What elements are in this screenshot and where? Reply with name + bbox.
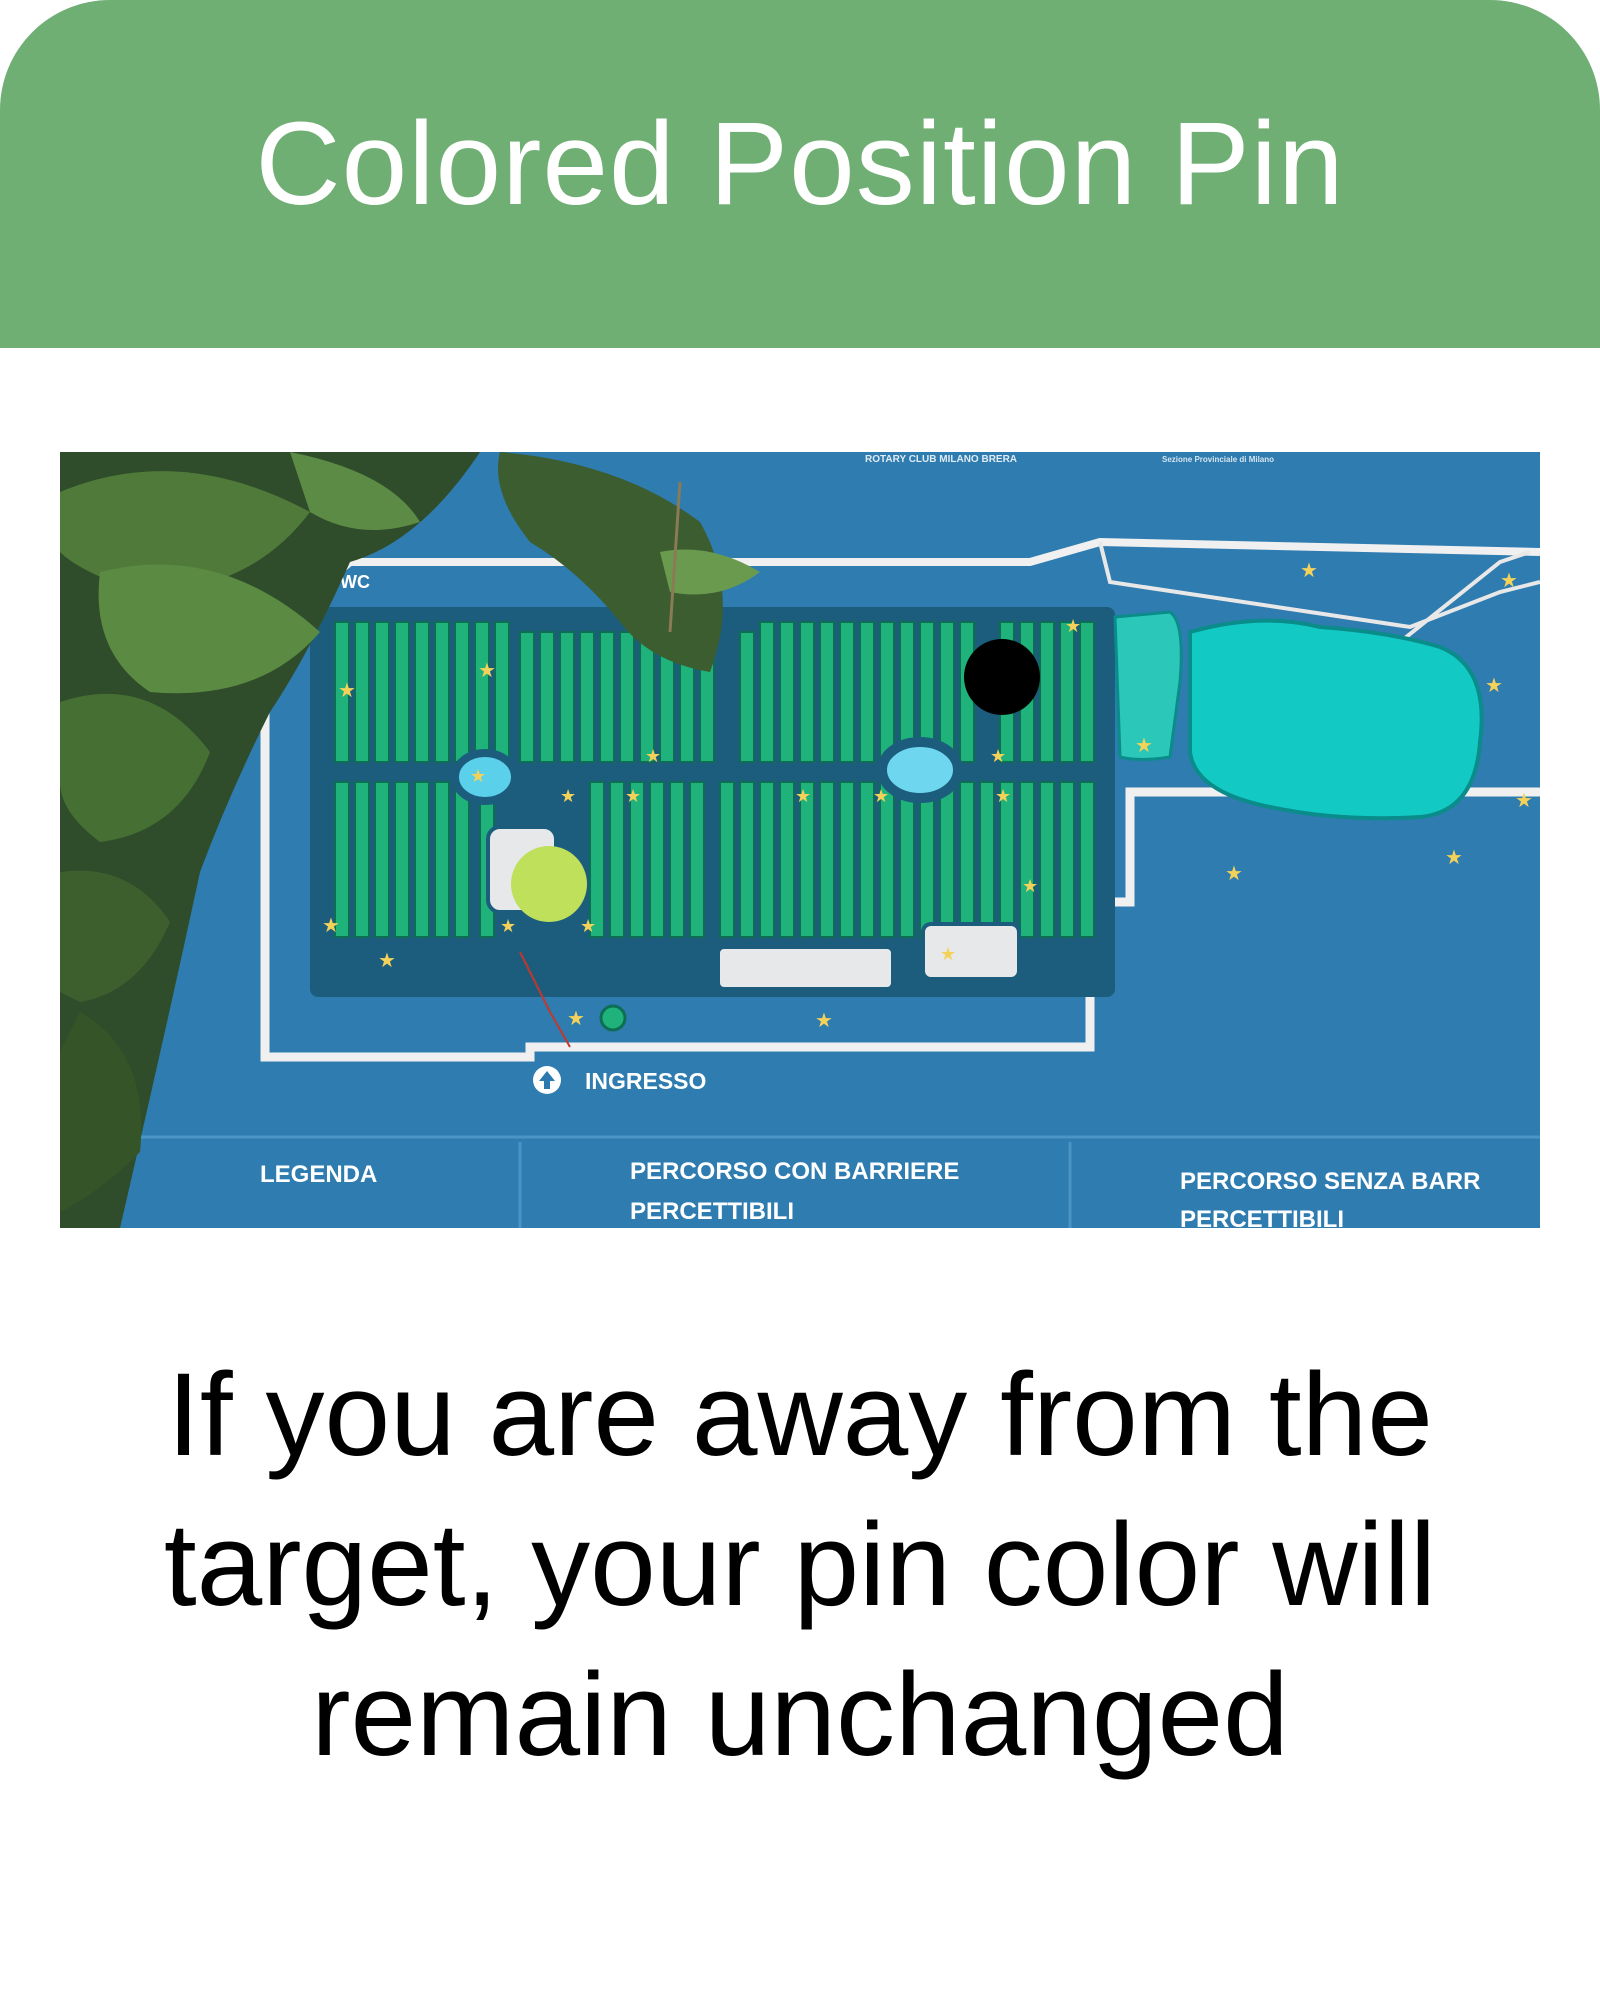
svg-text:★: ★ [940,944,956,964]
svg-text:★: ★ [322,915,340,937]
user-position-pin [511,846,587,922]
svg-text:★: ★ [470,766,486,786]
svg-text:★: ★ [1445,847,1463,869]
svg-text:★: ★ [1300,560,1318,582]
entrance-label: INGRESSO [585,1068,706,1094]
tactile-map: ★ ★ ★ ★ ★ ★ ★ ★ ★ ★ ★ ★ ★ ★ ★ ★ ★ ★ ★ ★ [60,452,1540,1228]
svg-text:★: ★ [815,1010,833,1032]
svg-text:★: ★ [580,916,596,936]
svg-text:★: ★ [873,786,889,806]
svg-text:★: ★ [625,786,641,806]
pond [1188,618,1484,821]
credit-rotary: ROTARY CLUB MILANO BRERA [865,454,1017,465]
map-image: ★ ★ ★ ★ ★ ★ ★ ★ ★ ★ ★ ★ ★ ★ ★ ★ ★ ★ ★ ★ [60,452,1540,1228]
svg-text:★: ★ [995,786,1011,806]
svg-text:★: ★ [338,680,356,702]
credit-section: Sezione Provinciale di Milano [1162,455,1274,464]
svg-text:★: ★ [560,786,576,806]
page-title: Colored Position Pin [255,98,1345,230]
legend-col2-line1: PERCORSO SENZA BARR [1180,1168,1480,1195]
legend-col2-line2: PERCETTIBILI [1180,1206,1344,1228]
svg-text:★: ★ [500,916,516,936]
legend-col1-line1: PERCORSO CON BARRIERE [630,1158,959,1185]
wc-label: WC [340,572,370,592]
svg-text:★: ★ [645,746,661,766]
svg-text:★: ★ [1135,735,1153,757]
svg-text:★: ★ [1065,616,1081,636]
svg-text:★: ★ [1225,863,1243,885]
svg-text:★: ★ [1500,570,1518,592]
fountain-center [877,737,963,803]
legend-col1-line2: PERCETTIBILI [630,1198,794,1225]
svg-text:★: ★ [1485,675,1503,697]
legend-title: LEGENDA [260,1161,377,1188]
svg-text:★: ★ [1022,876,1038,896]
onboarding-card: Colored Position Pin ★ ★ ★ ★ ★ ★ ★ ★ ★ ★… [0,0,1600,2000]
svg-text:★: ★ [378,950,396,972]
svg-text:★: ★ [1515,790,1533,812]
svg-text:★: ★ [478,660,496,682]
svg-text:★: ★ [567,1008,585,1030]
entrance-arrow-icon [533,1066,561,1094]
header-banner: Colored Position Pin [0,0,1600,348]
svg-text:★: ★ [795,786,811,806]
target-pin [964,639,1040,715]
instruction-caption: If you are away from the target, your pi… [163,1349,1437,1781]
svg-text:★: ★ [990,746,1006,766]
